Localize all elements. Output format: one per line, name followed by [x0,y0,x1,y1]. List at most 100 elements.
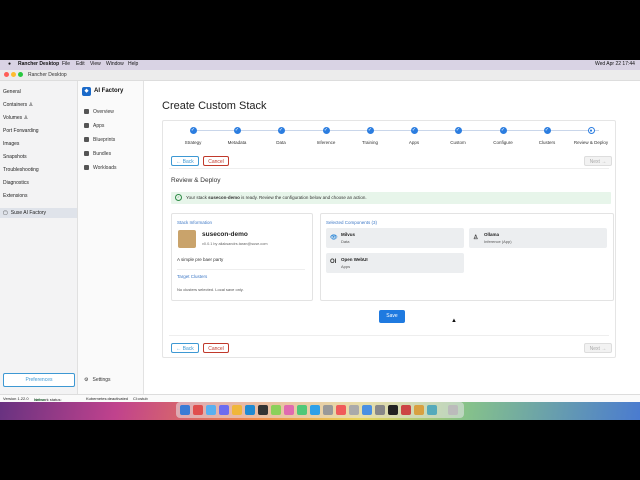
trash-icon[interactable] [448,405,458,415]
step-inference[interactable]: ✓ Inference [306,127,346,145]
app-icon[interactable] [401,405,411,415]
app-icon[interactable] [414,405,424,415]
preferences-button[interactable]: Preferences [3,373,75,387]
divider [177,269,305,270]
settings-icon[interactable] [375,405,385,415]
step-strategy[interactable]: ✓ Strategy [173,127,213,145]
app-store-icon[interactable] [362,405,372,415]
nav-volumes[interactable]: Volumes ♙ [3,115,28,121]
terminal-icon[interactable] [388,405,398,415]
step-custom[interactable]: ✓ Custom [438,127,478,145]
step-label: Training [361,140,379,145]
cancel-button[interactable]: Cancel [203,156,229,166]
secnav-settings[interactable]: ⚙ Settings [84,377,111,383]
component-type: Inference (App) [484,239,512,244]
app-icon[interactable] [271,405,281,415]
app-window: Rancher Desktop General Containers ♙ Vol… [0,70,640,402]
secnav-overview[interactable]: Overview [84,109,114,115]
minimize-window-icon[interactable] [11,72,16,77]
ai-factory-nav: ◆ AI Factory Overview Apps Blueprints Bun… [78,81,144,394]
secnav-blueprints[interactable]: Blueprints [84,137,115,143]
app-icon[interactable] [219,405,229,415]
secnav-apps[interactable]: Apps [84,123,104,129]
component-type: Apps [341,264,351,269]
success-banner: ✓ Your stack susecon-demo is ready. Revie… [171,192,611,204]
close-window-icon[interactable] [4,72,9,77]
mouse-cursor-icon: ▲ [451,318,457,324]
check-icon: ✓ [499,127,507,134]
back-button[interactable]: ← Back [171,156,199,166]
banner-prefix: Your stack [186,195,209,200]
cancel-button[interactable]: Cancel [203,343,229,353]
ai-factory-logo-icon: ◆ [82,87,91,96]
nav-images[interactable]: Images [3,141,19,147]
step-training[interactable]: ✓ Training [350,127,390,145]
app-icon[interactable] [193,405,203,415]
secnav-label: Bundles [93,151,112,157]
menu-help[interactable]: Help [128,61,138,67]
terminal-icon[interactable] [258,405,268,415]
nav-port-forwarding[interactable]: Port Forwarding [3,128,39,134]
nav-containers[interactable]: Containers ♙ [3,102,33,108]
messages-icon[interactable] [297,405,307,415]
open-webui-icon: OI [330,259,337,265]
nav-general[interactable]: General [3,89,21,95]
bundle-icon [84,151,89,157]
nav-diagnostics[interactable]: Diagnostics [3,180,29,186]
apple-icon[interactable]: ● [8,61,11,67]
step-clusters[interactable]: ✓ Clusters [527,127,567,145]
selected-components-label: Selected Components (3) [326,220,378,225]
app-icon[interactable] [232,405,242,415]
menu-edit[interactable]: Edit [76,61,85,67]
menubar-app-name[interactable]: Rancher Desktop [18,61,59,67]
app-icon[interactable] [427,405,437,415]
secnav-label: Overview [93,109,114,115]
menubar-clock: Wed Apr 22 17:44 [595,61,635,67]
window-title: Rancher Desktop [28,72,67,78]
vscode-icon[interactable] [245,405,255,415]
check-icon: ✓ [410,127,418,134]
secnav-workloads[interactable]: Workloads [84,165,117,171]
step-data[interactable]: ✓ Data [261,127,301,145]
step-configure[interactable]: ✓ Configure [483,127,523,145]
warning-icon: ♙ [28,102,34,108]
app-icon[interactable] [349,405,359,415]
finder-icon[interactable] [180,405,190,415]
component-card-ollama[interactable]: ♙ Ollama Inference (App) [469,228,607,248]
secnav-bundles[interactable]: Bundles [84,151,111,157]
wizard-card: ✓ Strategy ✓ Metadata ✓ Data ✓ Inference ✓ Tr… [162,120,616,358]
step-review-deploy[interactable]: ● Review & Deploy [571,127,611,145]
step-label: Configure [493,140,513,145]
app-icon[interactable] [284,405,294,415]
banner-suffix: is ready. Review the configuration below… [239,195,367,200]
zoom-window-icon[interactable] [18,72,23,77]
safari-icon[interactable] [206,405,216,415]
app-icon[interactable] [323,405,333,415]
menu-view[interactable]: View [90,61,101,67]
step-metadata[interactable]: ✓ Metadata [217,127,257,145]
back-button[interactable]: ← Back [171,343,199,353]
nav-snapshots[interactable]: Snapshots [3,154,27,160]
step-label: Apps [408,140,420,145]
next-button[interactable]: Next → [584,156,612,166]
nav-suse-ai-factory[interactable]: ▢ Suse AI Factory [0,208,77,218]
title-bar: Rancher Desktop [0,70,640,81]
divider [169,168,609,169]
save-button[interactable]: Save [379,310,405,323]
music-icon[interactable] [336,405,346,415]
component-card-open-webui[interactable]: OI Open WebUI Apps [326,253,464,273]
check-icon: ✓ [233,127,241,134]
check-icon: ✓ [189,127,197,134]
step-apps[interactable]: ✓ Apps [394,127,434,145]
left-nav: General Containers ♙ Volumes ♙ Port Forw… [0,81,78,402]
section-title: Review & Deploy [171,177,221,184]
component-card-milvus[interactable]: 👁 Milvus Data [326,228,464,248]
menu-window[interactable]: Window [106,61,124,67]
nav-extensions[interactable]: Extensions [3,193,27,199]
nav-troubleshooting[interactable]: Troubleshooting [3,167,39,173]
menu-file[interactable]: File [62,61,70,67]
step-label: Clusters [538,140,556,145]
eye-icon: 👁 [330,235,338,241]
app-icon[interactable] [310,405,320,415]
next-button[interactable]: Next → [584,343,612,353]
